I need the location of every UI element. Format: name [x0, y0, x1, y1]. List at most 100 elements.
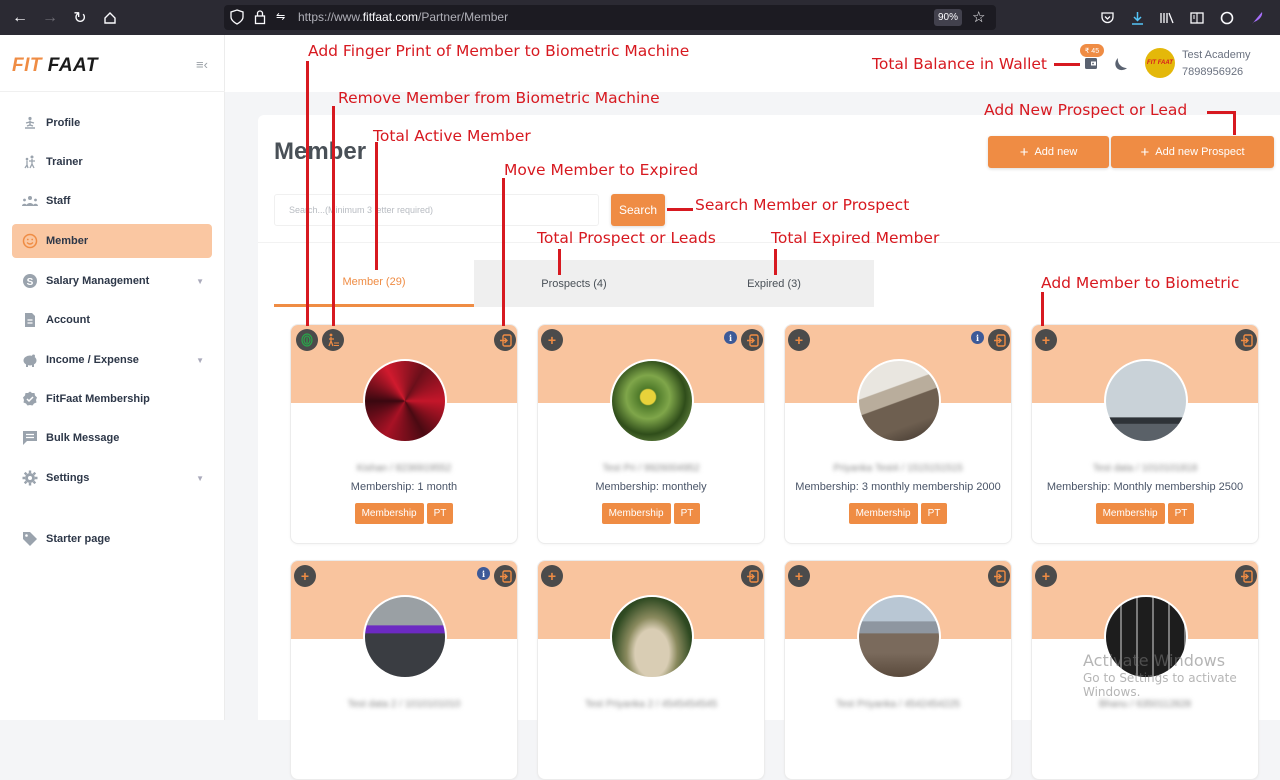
member-photo[interactable] [610, 359, 694, 443]
move-to-expired-button[interactable] [1235, 329, 1257, 351]
sidebar-item-starter-page[interactable]: Starter page [12, 522, 212, 556]
add-to-biometric-button[interactable]: + [788, 329, 810, 351]
wallet-balance-badge[interactable]: ₹ 45 [1080, 44, 1104, 57]
move-to-expired-button[interactable] [1235, 565, 1257, 587]
info-icon[interactable]: i [724, 331, 737, 344]
member-name-phone[interactable]: Priyanka Test4 / 1515151515 [785, 463, 1011, 474]
move-to-expired-button[interactable] [741, 329, 763, 351]
sidebar-item-member[interactable]: Member [12, 224, 212, 258]
remove-biometric-button[interactable] [322, 329, 344, 351]
member-photo[interactable] [857, 595, 941, 679]
sidebar-item-fitfaat-membership[interactable]: FitFaat Membership [12, 382, 212, 416]
member-photo[interactable] [363, 595, 447, 679]
chevron-down-icon[interactable]: ▼ [196, 474, 204, 483]
member-card[interactable]: + i Test Pri / 9926004952 Membership: month… [537, 324, 765, 544]
account-avatar[interactable]: FIT FAAT [1145, 48, 1175, 78]
membership-button[interactable]: Membership [1095, 503, 1165, 524]
sidebar-item-salary-management[interactable]: S Salary Management ▼ [12, 264, 212, 298]
sidebar-item-staff[interactable]: Staff [12, 184, 212, 218]
sidebar-item-account[interactable]: Account [12, 303, 212, 337]
member-card[interactable]: + Test Priyanka 2 / 4545454545 [537, 560, 765, 780]
extension-icon[interactable] [1218, 9, 1236, 27]
pt-button[interactable]: PT [673, 503, 701, 524]
sidebar-item-label: Salary Management [46, 275, 150, 287]
home-icon[interactable] [100, 8, 120, 28]
member-name-phone[interactable]: Bhanu / 6350112828 [1032, 699, 1258, 710]
sidebar-item-settings[interactable]: Settings ▼ [12, 461, 212, 495]
add-to-biometric-button[interactable]: + [1035, 329, 1057, 351]
feather-extension-icon[interactable] [1248, 9, 1266, 27]
move-to-expired-button[interactable] [988, 329, 1010, 351]
member-plan: Membership: 1 month [350, 481, 458, 493]
sidebar-item-bulk-message[interactable]: Bulk Message [12, 421, 212, 455]
pocket-icon[interactable] [1098, 9, 1116, 27]
pt-button[interactable]: PT [920, 503, 948, 524]
member-card[interactable]: Kishan / 8236919552 Membership: 1 month Me… [290, 324, 518, 544]
reload-icon[interactable]: ↻ [70, 8, 90, 28]
sidebar-item-profile[interactable]: Profile [12, 106, 212, 140]
url-bar[interactable]: ⇋ https://www.fitfaat.com/Partner/Member… [224, 5, 996, 30]
bookmark-star-icon[interactable]: ☆ [972, 8, 985, 26]
member-name-phone[interactable]: Kishan / 8236919552 [291, 463, 517, 474]
tab-member[interactable]: Member (29) [274, 260, 474, 307]
chevron-down-icon[interactable]: ▼ [196, 277, 204, 286]
member-photo[interactable] [1104, 359, 1188, 443]
url-path: /Partner/Member [418, 10, 509, 24]
sidebar-item-income-expense[interactable]: Income / Expense ▼ [12, 343, 212, 377]
member-name-phone[interactable]: Test Priyanka 2 / 4545454545 [538, 699, 764, 710]
pt-button[interactable]: PT [1167, 503, 1195, 524]
move-to-expired-button[interactable] [494, 565, 516, 587]
add-to-biometric-button[interactable]: + [294, 565, 316, 587]
add-to-biometric-button[interactable]: + [1035, 565, 1057, 587]
move-to-expired-button[interactable] [494, 329, 516, 351]
account-name[interactable]: Test Academy [1182, 49, 1250, 61]
member-card[interactable]: + i Priyanka Test4 / 1515151515 Membership:… [784, 324, 1012, 544]
sidebar-item-trainer[interactable]: Trainer [12, 145, 212, 179]
tab-prospects[interactable]: Prospects (4) [474, 260, 674, 307]
membership-button[interactable]: Membership [848, 503, 918, 524]
wallet-icon[interactable] [1082, 55, 1100, 71]
add-new-member-button[interactable]: + Add new [988, 136, 1109, 168]
member-photo[interactable] [610, 595, 694, 679]
member-name-phone[interactable]: Test data / 1010101818 [1032, 463, 1258, 474]
member-card[interactable]: + Test Priyanka / 4542454225 [784, 560, 1012, 780]
shield-icon[interactable] [230, 9, 244, 30]
member-photo[interactable] [857, 359, 941, 443]
member-name-phone[interactable]: Test Priyanka / 4542454225 [785, 699, 1011, 710]
fitfaat-logo[interactable]: FIT FAAT [12, 55, 98, 77]
fingerprint-button[interactable] [296, 329, 318, 351]
forward-icon[interactable]: → [40, 8, 60, 28]
info-icon[interactable]: i [971, 331, 984, 344]
membership-button[interactable]: Membership [354, 503, 424, 524]
permissions-icon[interactable]: ⇋ [276, 10, 285, 23]
download-icon[interactable] [1128, 9, 1146, 27]
add-new-prospect-button[interactable]: + Add new Prospect [1111, 136, 1274, 168]
lock-icon[interactable] [254, 9, 266, 30]
membership-button[interactable]: Membership [601, 503, 671, 524]
library-icon[interactable] [1158, 9, 1176, 27]
zoom-level-badge[interactable]: 90% [934, 9, 962, 26]
reader-view-icon[interactable] [1188, 9, 1206, 27]
member-card[interactable]: + i Test data 2 / 1010101010 [290, 560, 518, 780]
collapse-menu-icon[interactable]: ≡‹ [196, 57, 208, 72]
pt-button[interactable]: PT [426, 503, 454, 524]
chevron-down-icon[interactable]: ▼ [196, 356, 204, 365]
badge-check-icon [20, 391, 40, 407]
member-name-phone[interactable]: Test data 2 / 1010101010 [291, 699, 517, 710]
add-to-biometric-button[interactable]: + [541, 329, 563, 351]
url-text[interactable]: https://www.fitfaat.com/Partner/Member [298, 10, 508, 24]
back-icon[interactable]: ← [10, 8, 30, 28]
member-card[interactable]: + Bhanu / 6350112828 [1031, 560, 1259, 780]
member-card[interactable]: + Test data / 1010101818 Membership: Month… [1031, 324, 1259, 544]
member-name-phone[interactable]: Test Pri / 9926004952 [538, 463, 764, 474]
add-to-biometric-button[interactable]: + [541, 565, 563, 587]
info-icon[interactable]: i [477, 567, 490, 580]
move-to-expired-button[interactable] [988, 565, 1010, 587]
move-to-expired-button[interactable] [741, 565, 763, 587]
add-to-biometric-button[interactable]: + [788, 565, 810, 587]
member-photo[interactable] [363, 359, 447, 443]
search-input[interactable] [274, 194, 599, 226]
tab-expired[interactable]: Expired (3) [674, 260, 874, 307]
search-button[interactable]: Search [611, 194, 665, 226]
theme-toggle-icon[interactable] [1114, 57, 1128, 74]
